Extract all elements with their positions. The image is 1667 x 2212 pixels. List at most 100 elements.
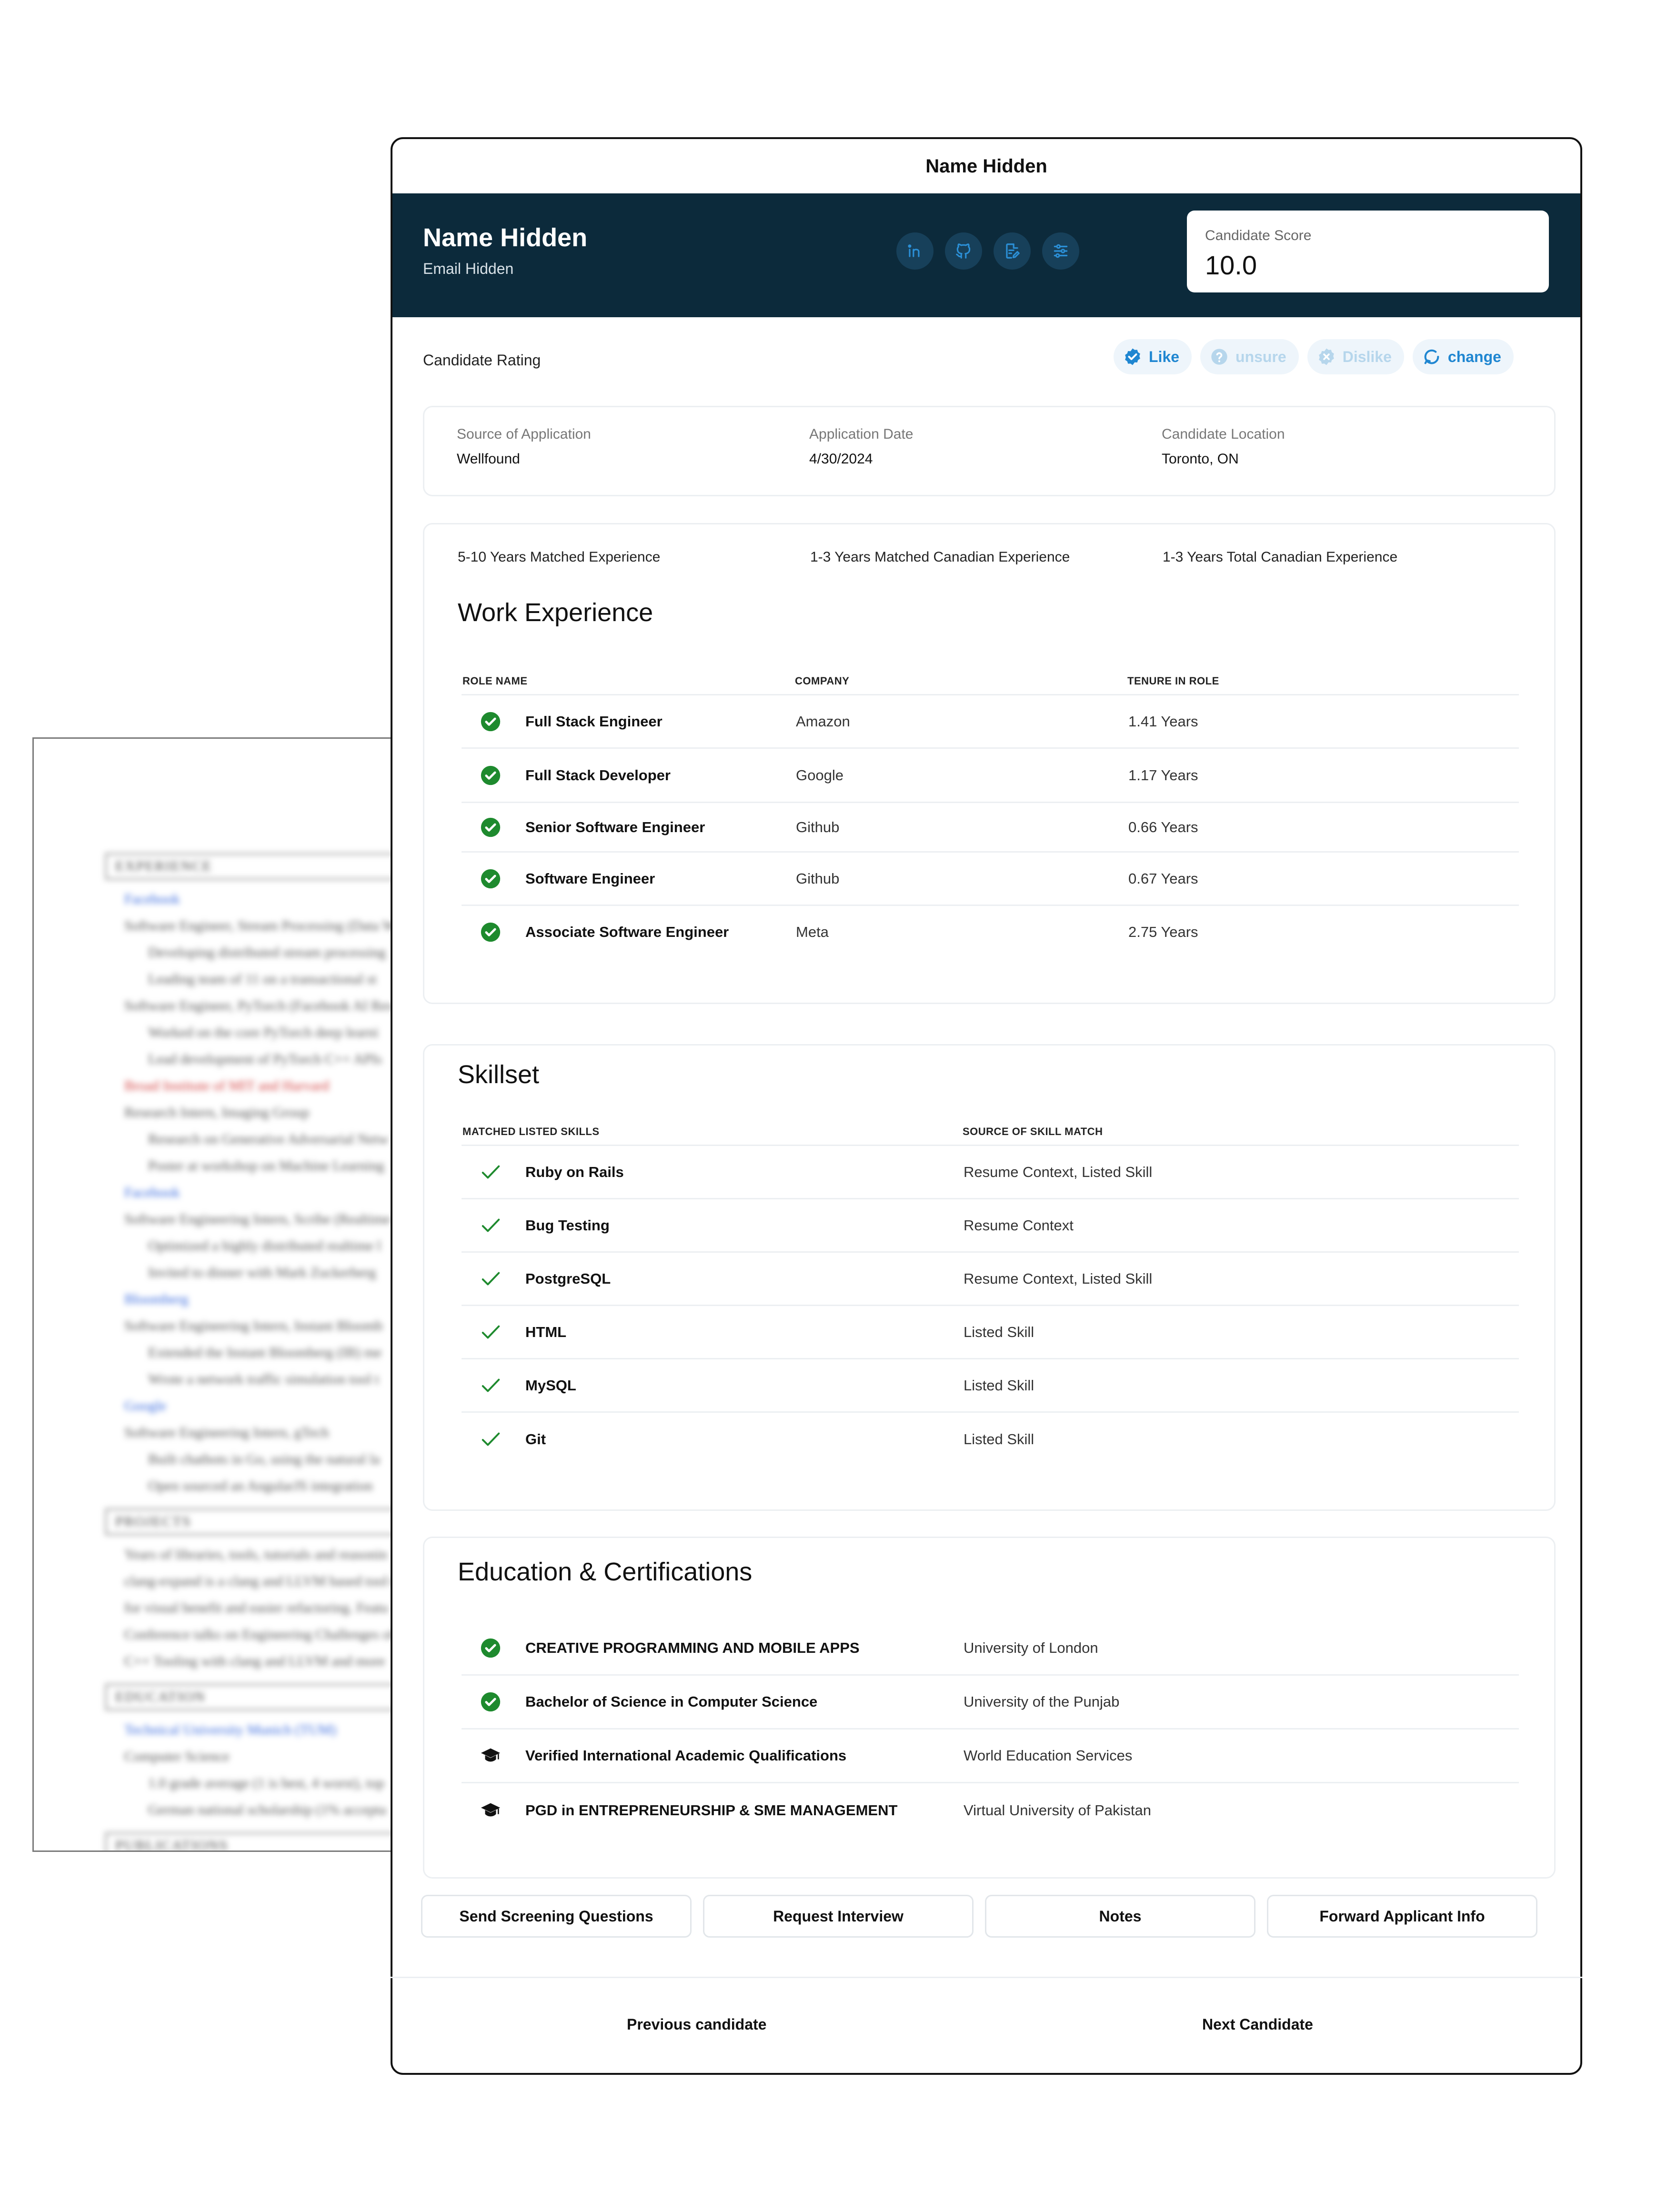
candidate-score-box: Candidate Score 10.0 bbox=[1187, 211, 1549, 292]
rating-label: Candidate Rating bbox=[423, 352, 541, 369]
next-candidate-button[interactable]: Next Candidate bbox=[1202, 2016, 1313, 2033]
experience-tag: 1-3 Years Total Canadian Experience bbox=[1163, 549, 1398, 565]
company-name: Meta bbox=[796, 924, 829, 940]
resume-line: Lead development of PyTorch C++ APIs bbox=[148, 1051, 382, 1067]
profile-links bbox=[896, 232, 1079, 270]
skill-name: HTML bbox=[525, 1323, 567, 1340]
checkmark-icon bbox=[480, 1375, 502, 1397]
check-circle-icon bbox=[480, 711, 502, 733]
resume-line: Software Engineering Intern, Instant Blo… bbox=[124, 1318, 383, 1334]
verified-badge-icon bbox=[1125, 348, 1140, 365]
resume-line: Leading team of 11 on a transactional st bbox=[148, 971, 377, 987]
skills-table: Ruby on Rails Resume Context, Listed Skil… bbox=[462, 1145, 1519, 1466]
check-circle-icon bbox=[480, 1691, 502, 1713]
resume-line: Software Engineering Intern, Scribe (Rea… bbox=[124, 1211, 391, 1227]
settings-sliders-icon[interactable] bbox=[1042, 232, 1079, 270]
resume-line: Bloomberg bbox=[124, 1291, 189, 1307]
source-value: Wellfound bbox=[457, 451, 520, 467]
company-name: Amazon bbox=[796, 713, 850, 730]
institution-name: Virtual University of Pakistan bbox=[964, 1801, 1151, 1819]
experience-row: Software Engineer Github 0.67 Years bbox=[462, 853, 1519, 906]
resume-line: Open sourced an AngularJS integration bbox=[148, 1478, 373, 1494]
skill-row: MySQL Listed Skill bbox=[462, 1359, 1519, 1413]
linkedin-icon[interactable] bbox=[896, 232, 934, 270]
skill-name: Git bbox=[525, 1431, 546, 1448]
like-label: Like bbox=[1149, 348, 1180, 365]
company-name: Google bbox=[796, 766, 844, 784]
date-label: Application Date bbox=[809, 426, 914, 442]
resume-section: PROJECTS Years of libraries, tools, tutor… bbox=[105, 1508, 412, 1669]
source-of-application: Source of Application Wellfound bbox=[457, 426, 591, 467]
institution-name: University of the Punjab bbox=[964, 1693, 1120, 1710]
skillset-panel: Skillset MATCHED LISTED SKILLS SOURCE OF… bbox=[423, 1044, 1556, 1511]
resume-content: EXPERIENCE Facebook Software Engineer, Str… bbox=[105, 853, 412, 1850]
skill-name: MySQL bbox=[525, 1377, 576, 1394]
resume-preview: EXPERIENCE Facebook Software Engineer, Str… bbox=[32, 737, 413, 1852]
skill-source: Resume Context, Listed Skill bbox=[964, 1163, 1153, 1180]
send-screening-questions-button[interactable]: Send Screening Questions bbox=[421, 1895, 692, 1938]
score-label: Candidate Score bbox=[1205, 228, 1312, 243]
skill-row: Bug Testing Resume Context bbox=[462, 1199, 1519, 1253]
resume-line: Computer Science bbox=[124, 1749, 230, 1764]
resume-line: Years of libraries, tools, tutorials and… bbox=[124, 1547, 387, 1562]
change-label: change bbox=[1447, 348, 1501, 365]
resume-line: for visual benefit and easier refactorin… bbox=[124, 1600, 388, 1616]
tenure: 1.41 Years bbox=[1128, 713, 1198, 730]
resume-line: Invited to dinner with Mark Zuckerberg bbox=[148, 1265, 376, 1280]
education-table: CREATIVE PROGRAMMING AND MOBILE APPS Univ… bbox=[462, 1622, 1519, 1837]
github-icon[interactable] bbox=[945, 232, 982, 270]
graduation-cap-icon bbox=[480, 1800, 502, 1821]
role-name: Senior Software Engineer bbox=[525, 818, 705, 835]
experience-row: Full Stack Developer Google 1.17 Years bbox=[462, 749, 1519, 803]
refresh-icon bbox=[1424, 349, 1439, 364]
forward-applicant-info-button[interactable]: Forward Applicant Info bbox=[1267, 1895, 1537, 1938]
resume-line: Facebook bbox=[124, 1185, 180, 1200]
like-button[interactable]: Like bbox=[1114, 339, 1192, 374]
dislike-button[interactable]: Dislike bbox=[1307, 339, 1404, 374]
education-panel: Education & Certifications CREATIVE PROG… bbox=[423, 1537, 1556, 1879]
skill-source: Resume Context, Listed Skill bbox=[964, 1270, 1153, 1287]
checkmark-icon bbox=[480, 1268, 502, 1290]
company-name: Github bbox=[796, 870, 840, 887]
qualification-name: Verified International Academic Qualific… bbox=[525, 1747, 847, 1764]
company-name: Github bbox=[796, 818, 840, 835]
tenure: 0.66 Years bbox=[1128, 818, 1198, 835]
notes-button[interactable]: Notes bbox=[985, 1895, 1255, 1938]
experience-row: Full Stack Engineer Amazon 1.41 Years bbox=[462, 695, 1519, 749]
request-interview-button[interactable]: Request Interview bbox=[703, 1895, 974, 1938]
qualification-name: CREATIVE PROGRAMMING AND MOBILE APPS bbox=[525, 1639, 860, 1656]
skill-name: Bug Testing bbox=[525, 1217, 610, 1234]
resume-section: EDUCATION Technical University Munich (TU… bbox=[105, 1684, 412, 1818]
candidate-name: Name Hidden bbox=[423, 223, 588, 252]
resume-icon[interactable] bbox=[994, 232, 1031, 270]
check-circle-icon bbox=[480, 764, 502, 786]
candidate-email: Email Hidden bbox=[423, 260, 514, 277]
resume-section-heading: PUBLICATIONS bbox=[105, 1832, 412, 1850]
application-date: Application Date 4/30/2024 bbox=[809, 426, 913, 467]
qualification-name: PGD in ENTREPRENEURSHIP & SME MANAGEMENT bbox=[525, 1801, 898, 1819]
change-button[interactable]: change bbox=[1412, 339, 1514, 374]
qualification-name: Bachelor of Science in Computer Science bbox=[525, 1693, 818, 1710]
column-header: MATCHED LISTED SKILLS bbox=[462, 1126, 600, 1137]
institution-name: University of London bbox=[964, 1639, 1098, 1656]
location-label: Candidate Location bbox=[1162, 426, 1285, 442]
window-title: Name Hidden bbox=[925, 155, 1047, 177]
resume-line: Software Engineer, Stream Processing (Da… bbox=[124, 918, 396, 934]
skill-row: HTML Listed Skill bbox=[462, 1306, 1519, 1359]
previous-candidate-button[interactable]: Previous candidate bbox=[627, 2016, 766, 2033]
resume-line: Facebook bbox=[124, 891, 180, 907]
check-circle-icon bbox=[480, 868, 502, 890]
role-name: Full Stack Engineer bbox=[525, 713, 663, 730]
unsure-label: unsure bbox=[1235, 348, 1286, 365]
rating-controls: Like unsure Dislike change bbox=[1114, 339, 1514, 374]
skill-name: PostgreSQL bbox=[525, 1270, 611, 1287]
date-value: 4/30/2024 bbox=[809, 451, 873, 467]
resume-line: Broad Institute of MIT and Harvard bbox=[124, 1078, 330, 1094]
candidate-header: Name Hidden Email Hidden Candidate Score… bbox=[392, 193, 1580, 317]
resume-section: EXPERIENCE Facebook Software Engineer, Str… bbox=[105, 853, 412, 1494]
work-experience-table: Full Stack Engineer Amazon 1.41 Years Full … bbox=[462, 694, 1519, 958]
role-name: Software Engineer bbox=[525, 870, 655, 887]
resume-line: 1.0 grade average (1 is best, 4 worst), … bbox=[148, 1775, 384, 1791]
unsure-button[interactable]: unsure bbox=[1200, 339, 1299, 374]
resume-section: PUBLICATIONSCytoGAN: Generative Modeling… bbox=[105, 1832, 412, 1850]
